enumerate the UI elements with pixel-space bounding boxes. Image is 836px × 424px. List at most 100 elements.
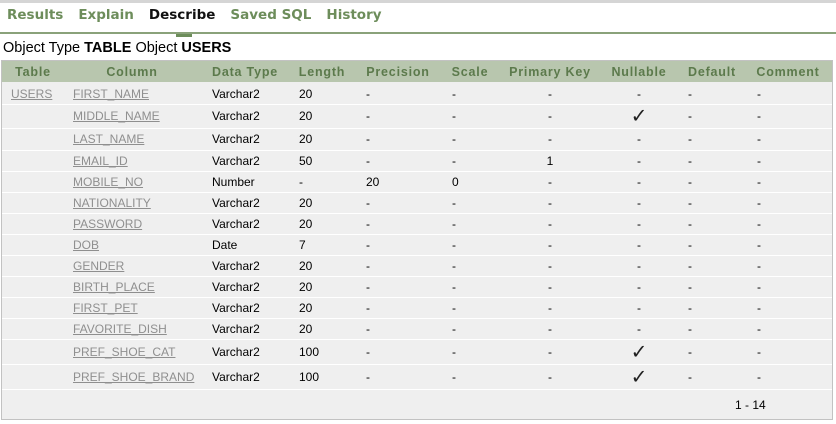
cell-primary-key: - <box>548 344 552 359</box>
column-name-link[interactable]: NATIONALITY <box>73 196 151 210</box>
column-header-primary-key: Primary Key <box>509 65 591 79</box>
cell-comment: - <box>757 279 761 294</box>
table-row: PREF_SHOE_BRAND Varchar2 100 - - - ✓ - - <box>2 364 832 390</box>
object-type-value: TABLE <box>84 40 132 56</box>
cell-primary-key: - <box>548 86 552 101</box>
cell-data-type: Varchar2 <box>212 132 260 146</box>
cell-precision: - <box>366 153 370 168</box>
cell-comment: - <box>757 237 761 252</box>
column-name-link[interactable]: PASSWORD <box>73 217 142 231</box>
cell-data-type: Varchar2 <box>212 300 260 315</box>
cell-data-type: Varchar2 <box>212 195 260 210</box>
cell-comment: - <box>757 195 761 210</box>
cell-comment: - <box>757 258 761 273</box>
cell-length: 20 <box>299 195 313 210</box>
cell-comment: - <box>757 109 761 123</box>
table-row: USERS FIRST_NAME Varchar2 20 - - - - - - <box>2 83 832 105</box>
cell-default: - <box>688 344 692 359</box>
tab-saved-sql[interactable]: Saved SQL <box>230 6 311 32</box>
cell-scale: - <box>452 344 456 359</box>
column-name-link[interactable]: PREF_SHOE_CAT <box>73 345 175 359</box>
column-name-link[interactable]: FIRST_PET <box>73 301 138 315</box>
cell-comment: - <box>757 216 761 231</box>
cell-length: 20 <box>299 279 313 294</box>
column-name-link[interactable]: FAVORITE_DISH <box>73 322 167 336</box>
cell-nullable: - <box>637 86 641 101</box>
table-header: Table Column Data Type Length Precision Scale… <box>2 61 832 82</box>
cell-nullable: - <box>637 132 641 146</box>
cell-default: - <box>688 321 692 336</box>
tab-history[interactable]: History <box>326 6 381 32</box>
cell-default: - <box>688 132 692 146</box>
column-name-link[interactable]: FIRST_NAME <box>73 87 149 101</box>
table-row: MOBILE_NO Number - 20 0 - - - - <box>2 171 832 193</box>
table-row: DOB Date 7 - - - - - - <box>2 234 832 256</box>
cell-comment: - <box>757 153 761 168</box>
cell-default: - <box>688 258 692 273</box>
cell-length: 20 <box>299 300 313 315</box>
cell-precision: - <box>366 279 370 294</box>
column-name-link[interactable]: MOBILE_NO <box>73 175 143 189</box>
cell-length: 20 <box>299 258 313 273</box>
cell-precision: - <box>366 300 370 315</box>
row-count: 1 - 14 <box>735 398 766 412</box>
cell-comment: - <box>757 174 761 189</box>
column-name-link[interactable]: LAST_NAME <box>73 132 144 146</box>
cell-nullable: - <box>637 258 641 273</box>
cell-primary-key: - <box>548 237 552 252</box>
cell-scale: - <box>452 153 456 168</box>
cell-nullable: - <box>637 279 641 294</box>
nullable-check-icon: ✓ <box>630 105 648 128</box>
cell-length: 100 <box>299 344 320 359</box>
cell-precision: - <box>366 216 370 231</box>
column-header-comment: Comment <box>756 65 820 79</box>
tab-describe[interactable]: Describe <box>149 6 215 37</box>
cell-scale: - <box>452 86 456 101</box>
column-header-length: Length <box>298 65 346 79</box>
object-label: Object <box>135 40 178 56</box>
object-type-label: Object Type <box>3 40 81 56</box>
tab-results[interactable]: Results <box>7 6 63 32</box>
cell-default: - <box>688 195 692 210</box>
cell-scale: - <box>452 321 456 336</box>
cell-length: 50 <box>299 153 313 168</box>
cell-data-type: Varchar2 <box>212 279 260 294</box>
cell-scale: - <box>452 195 456 210</box>
table-row: PREF_SHOE_CAT Varchar2 100 - - - ✓ - - <box>2 339 832 365</box>
cell-length: 20 <box>299 132 313 146</box>
cell-primary-key: - <box>548 132 552 146</box>
cell-primary-key: - <box>548 321 552 336</box>
cell-length: 20 <box>299 86 313 101</box>
table-name-link[interactable]: USERS <box>11 87 52 101</box>
cell-default: - <box>688 174 692 189</box>
cell-precision: - <box>366 86 370 101</box>
cell-length: - <box>299 174 303 189</box>
cell-default: - <box>688 153 692 168</box>
cell-default: - <box>688 237 692 252</box>
cell-precision: - <box>366 195 370 210</box>
cell-precision: - <box>366 321 370 336</box>
cell-precision: 20 <box>366 174 380 189</box>
cell-precision: - <box>366 109 370 123</box>
cell-data-type: Varchar2 <box>212 369 260 384</box>
column-header-precision: Precision <box>366 65 430 79</box>
table-row: EMAIL_ID Varchar2 50 - - 1 - - - <box>2 150 832 172</box>
cell-default: - <box>688 300 692 315</box>
column-header-scale: Scale <box>451 65 489 79</box>
tab-explain[interactable]: Explain <box>78 6 134 32</box>
column-name-link[interactable]: DOB <box>73 238 99 252</box>
nullable-check-icon: ✓ <box>630 341 648 363</box>
column-header-table: Table <box>15 65 51 79</box>
column-name-link[interactable]: MIDDLE_NAME <box>73 109 160 123</box>
column-name-link[interactable]: GENDER <box>73 259 124 273</box>
cell-primary-key: 1 <box>546 153 554 168</box>
cell-default: - <box>688 109 692 123</box>
cell-data-type: Varchar2 <box>212 321 260 336</box>
cell-comment: - <box>757 321 761 336</box>
column-name-link[interactable]: PREF_SHOE_BRAND <box>73 370 194 384</box>
cell-comment: - <box>757 86 761 101</box>
column-name-link[interactable]: EMAIL_ID <box>73 154 128 168</box>
cell-primary-key: - <box>548 279 552 294</box>
cell-scale: 0 <box>452 174 459 189</box>
column-name-link[interactable]: BIRTH_PLACE <box>73 280 155 294</box>
